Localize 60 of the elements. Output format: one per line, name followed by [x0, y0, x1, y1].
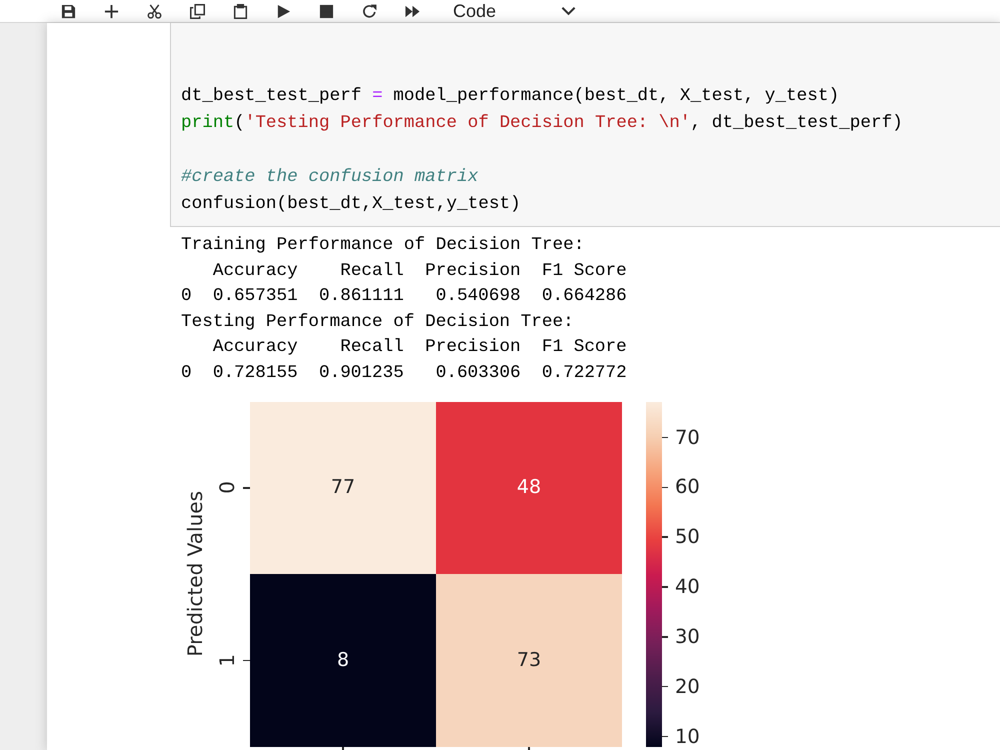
plus-icon — [104, 4, 118, 18]
output-heading: Training Performance of Decision Tree: — [181, 234, 586, 257]
tick-label: 70 — [675, 428, 700, 448]
table-header-cell-text: Accuracy — [212, 260, 298, 283]
tick-label: 1 — [217, 654, 237, 667]
table-header-cell-text: Accuracy — [212, 336, 298, 360]
table-cell-text: 0.603306 — [436, 362, 521, 385]
table-index-cell-text: 0 — [181, 285, 192, 308]
tick-mark — [243, 660, 250, 662]
clipboard-icon — [232, 4, 248, 18]
tick-mark — [342, 746, 344, 750]
heatmap-cell: 77 — [250, 402, 436, 574]
tick-mark — [662, 436, 668, 438]
tick-label: 40 — [675, 577, 700, 598]
tick-label: 0 — [217, 481, 237, 494]
fast-forward-icon — [404, 4, 420, 18]
table-cell-text: 0.664286 — [542, 285, 627, 308]
table-cell-text: 0.728155 — [212, 362, 298, 385]
tick-mark — [662, 486, 668, 488]
code-line: #create the confusion matrix — [181, 166, 478, 189]
table-index-cell-text: 0 — [181, 362, 192, 385]
code-line: confusion(best_dt,X_test,y_test) — [181, 193, 521, 216]
tick-label: 20 — [675, 676, 700, 697]
stop-icon — [318, 4, 334, 18]
table-cell-text: 0.901235 — [318, 362, 404, 385]
tick-mark — [662, 686, 668, 688]
tick-mark — [528, 746, 530, 750]
play-icon — [276, 4, 290, 18]
table-header-cell-text: Recall — [340, 260, 404, 283]
tick-label: 60 — [675, 477, 700, 498]
table-header-cell-text: Recall — [340, 336, 404, 360]
table-cell-text: 0.657351 — [212, 285, 298, 308]
axis-label: Predicted Values — [184, 491, 206, 657]
tick-label: 30 — [675, 626, 700, 647]
output-heading: Testing Performance of Decision Tree: — [181, 310, 575, 334]
heatmap-cell: 48 — [436, 402, 622, 574]
code-line: dt_best_test_perf = model_performance(best_dt, X_test, y_test) — [181, 85, 840, 108]
table-cell-text: 0.861111 — [318, 285, 404, 308]
tick-mark — [662, 536, 668, 538]
scissors-icon — [146, 4, 162, 18]
code-editor[interactable]: dt_best_test_perf = model_performance(best_dt, X_test, y_test) print('Testing Performance of Decision Tree: \n', dt_best_test_perf) #create the confusion matrix confusion(best_dt,X_test,y_test) — [170, 23, 1000, 227]
table-header-cell-text: Precision — [425, 260, 521, 283]
tick-label: 10 — [675, 726, 700, 747]
cell-type-dropdown[interactable]: Code — [453, 1, 578, 21]
table-header-cell-text: F1 Score — [542, 260, 627, 283]
table-cell-text: 0.540698 — [436, 285, 521, 308]
heatmap-cell: 8 — [250, 574, 436, 747]
caret-icon — [561, 6, 576, 16]
copy-icon — [190, 4, 204, 18]
tick-mark — [662, 586, 668, 588]
table-header-cell-text: F1 Score — [542, 336, 627, 360]
table-cell-text: 0.722772 — [542, 362, 627, 385]
code-line: print('Testing Performance of Decision Tree: \n', dt_best_test_perf) — [181, 112, 903, 135]
tick-mark — [243, 487, 250, 489]
tick-label: 50 — [675, 527, 700, 548]
table-header-cell-text: Precision — [425, 336, 521, 360]
heatmap-cell: 73 — [436, 574, 622, 747]
tick-mark — [662, 736, 668, 738]
circular-arrow-icon — [362, 4, 376, 18]
tick-mark — [662, 636, 668, 638]
